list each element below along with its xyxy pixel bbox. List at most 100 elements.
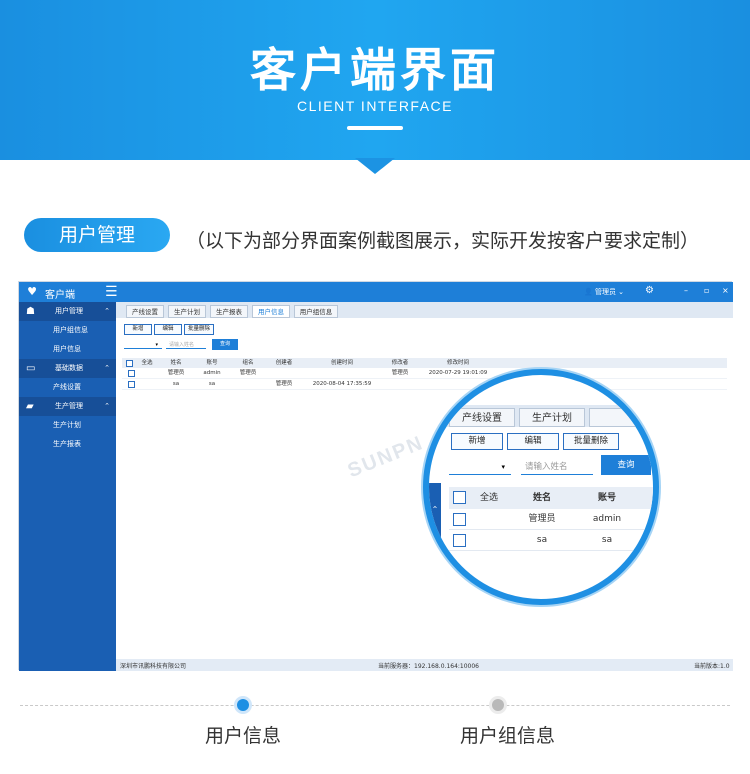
- col-header: 姓名: [170, 360, 182, 366]
- tab-report[interactable]: 生产报表: [210, 305, 248, 318]
- zoom-cell-name: 管理员: [528, 514, 556, 524]
- chevron-up-icon: ⌃: [104, 402, 110, 410]
- section-note: （以下为部分界面案例截图展示，实际开发按客户要求定制）: [186, 230, 700, 252]
- banner-divider: [347, 126, 403, 130]
- cell-created: 2020-08-04 17:35:59: [312, 381, 372, 387]
- table-row[interactable]: sa sa 管理员 2020-08-04 17:35:59: [122, 379, 727, 390]
- menu-toggle-icon[interactable]: ☰: [105, 284, 118, 300]
- zoom-search-input[interactable]: 请输入姓名: [521, 459, 593, 475]
- col-header: 创建时间: [330, 360, 353, 366]
- monitor-icon: ▭: [26, 363, 36, 374]
- cell-name: sa: [172, 381, 180, 387]
- folder-icon: ▰: [26, 401, 34, 412]
- status-company: 深圳市讯鹏科技有限公司: [120, 663, 187, 670]
- pager-dot-userinfo[interactable]: [237, 699, 249, 711]
- cell-account: admin: [203, 370, 221, 376]
- zoom-edit-button[interactable]: 编辑: [507, 433, 559, 450]
- table-row[interactable]: 管理员 admin 管理员 管理员 2020-07-29 19:01:09: [122, 368, 727, 379]
- col-header: 账号: [206, 360, 218, 366]
- cell-account: sa: [208, 381, 216, 387]
- zoom-filter-select[interactable]: ▾: [449, 459, 511, 475]
- row-checkbox[interactable]: [128, 370, 135, 377]
- tab-usergroup[interactable]: 用户组信息: [294, 305, 338, 318]
- close-icon[interactable]: ×: [722, 286, 729, 295]
- sidebar-group-label: 用户管理: [55, 307, 83, 315]
- section-tag: 用户管理: [24, 218, 170, 252]
- sidebar-group-user[interactable]: ☗ 用户管理 ⌃: [19, 302, 116, 321]
- minimize-icon[interactable]: –: [684, 286, 688, 295]
- col-header: 组名: [242, 360, 254, 366]
- sidebar-item-line[interactable]: 产线设置: [19, 378, 116, 397]
- sidebar-item-usergroup[interactable]: 用户组信息: [19, 321, 116, 340]
- app-titlebar: ♥ 客户端 ☰ 👤 管理员 ⌄ ⚙ – ▫ ×: [19, 282, 733, 302]
- banner-title: 客户端界面: [250, 43, 500, 97]
- pager-dot-usergroup[interactable]: [492, 699, 504, 711]
- select-all-checkbox[interactable]: [126, 360, 133, 367]
- banner-subtitle: CLIENT INTERFACE: [297, 98, 453, 114]
- chevron-up-icon: ⌃: [431, 505, 439, 514]
- cell-modified: 2020-07-29 19:01:09: [428, 370, 488, 376]
- zoom-batch-delete-button[interactable]: 批量删除: [563, 433, 619, 450]
- zoom-row-checkbox[interactable]: [453, 513, 466, 526]
- zoom-magnifier: 产线设置 生产计划 新增 编辑 批量删除 ▾ 请输入姓名 查询 ⌃ 全选 姓名 …: [423, 369, 659, 605]
- query-button[interactable]: 查询: [212, 339, 238, 350]
- sidebar-item-plan[interactable]: 生产计划: [19, 416, 116, 435]
- user-menu[interactable]: 👤 管理员 ⌄: [584, 287, 624, 297]
- zoom-user-table: 全选 姓名 账号 管理员 admin sa sa: [449, 487, 653, 551]
- zoom-tab-plan[interactable]: 生产计划: [519, 408, 585, 427]
- filter-select[interactable]: ▾: [124, 341, 162, 349]
- restore-icon[interactable]: ▫: [704, 286, 709, 295]
- sidebar-item-userinfo[interactable]: 用户信息: [19, 340, 116, 359]
- cell-name: 管理员: [167, 370, 185, 376]
- edit-button[interactable]: 编辑: [154, 324, 182, 335]
- tab-bar: 产线设置 生产计划 生产报表 用户信息 用户组信息: [116, 302, 733, 318]
- status-version: 当前版本:1.0: [694, 663, 730, 670]
- sidebar-group-label: 生产管理: [55, 402, 83, 410]
- zoom-select-all-checkbox[interactable]: [453, 491, 466, 504]
- zoom-cell-name: sa: [536, 535, 548, 545]
- zoom-cell-account: sa: [601, 535, 613, 545]
- sidebar-group-basic[interactable]: ▭ 基础数据 ⌃: [19, 359, 116, 378]
- nav-label-usergroup[interactable]: 用户组信息: [460, 721, 555, 748]
- search-input[interactable]: 请输入姓名: [166, 341, 206, 349]
- zoom-table-row[interactable]: 管理员 admin: [449, 509, 653, 530]
- col-header: 修改时间: [446, 360, 469, 366]
- zoom-query-button[interactable]: 查询: [601, 455, 651, 475]
- zoom-row-checkbox[interactable]: [453, 534, 466, 547]
- chevron-up-icon: ⌃: [104, 307, 110, 315]
- app-title: 客户端: [45, 290, 75, 301]
- col-header: 创建者: [275, 360, 293, 366]
- user-table: 全选 姓名 账号 组名 创建者 创建时间 修改者 修改时间 管理员 admin …: [122, 358, 727, 390]
- nav-label-userinfo[interactable]: 用户信息: [205, 721, 281, 748]
- zoom-table-header: 全选 姓名 账号: [449, 487, 653, 509]
- logo-icon: ♥: [27, 285, 37, 298]
- tab-userinfo[interactable]: 用户信息: [252, 305, 290, 318]
- settings-gear-icon[interactable]: ⚙: [645, 285, 654, 296]
- status-server: 当前服务器：192.168.0.164:10006: [378, 663, 480, 670]
- tab-plan[interactable]: 生产计划: [168, 305, 206, 318]
- cell-creator: 管理员: [275, 381, 293, 387]
- banner-pointer: [355, 158, 395, 174]
- zoom-tab-line[interactable]: 产线设置: [449, 408, 515, 427]
- chevron-up-icon: ⌃: [104, 364, 110, 372]
- col-header: 全选: [141, 360, 153, 366]
- col-header: 修改者: [391, 360, 409, 366]
- status-bar: 深圳市讯鹏科技有限公司 当前服务器：192.168.0.164:10006 当前…: [116, 659, 733, 671]
- zoom-tab-partial: [589, 408, 653, 427]
- row-checkbox[interactable]: [128, 381, 135, 388]
- sidebar-group-production[interactable]: ▰ 生产管理 ⌃: [19, 397, 116, 416]
- tab-line[interactable]: 产线设置: [126, 305, 164, 318]
- add-button[interactable]: 新增: [124, 324, 152, 335]
- cell-group: 管理员: [239, 370, 257, 376]
- batch-delete-button[interactable]: 批量删除: [184, 324, 214, 335]
- zoom-col-header: 姓名: [532, 493, 551, 503]
- sidebar-group-label: 基础数据: [55, 364, 83, 372]
- zoom-sidebar: ⌃: [429, 483, 441, 599]
- zoom-add-button[interactable]: 新增: [451, 433, 503, 450]
- zoom-table-row[interactable]: sa sa: [449, 530, 653, 551]
- users-icon: ☗: [26, 306, 35, 317]
- table-header: 全选 姓名 账号 组名 创建者 创建时间 修改者 修改时间: [122, 358, 727, 368]
- sidebar: ☗ 用户管理 ⌃ 用户组信息 用户信息 ▭ 基础数据 ⌃ 产线设置 ▰ 生产管理…: [19, 302, 116, 671]
- sidebar-item-report[interactable]: 生产报表: [19, 435, 116, 454]
- zoom-col-header: 全选: [479, 493, 498, 503]
